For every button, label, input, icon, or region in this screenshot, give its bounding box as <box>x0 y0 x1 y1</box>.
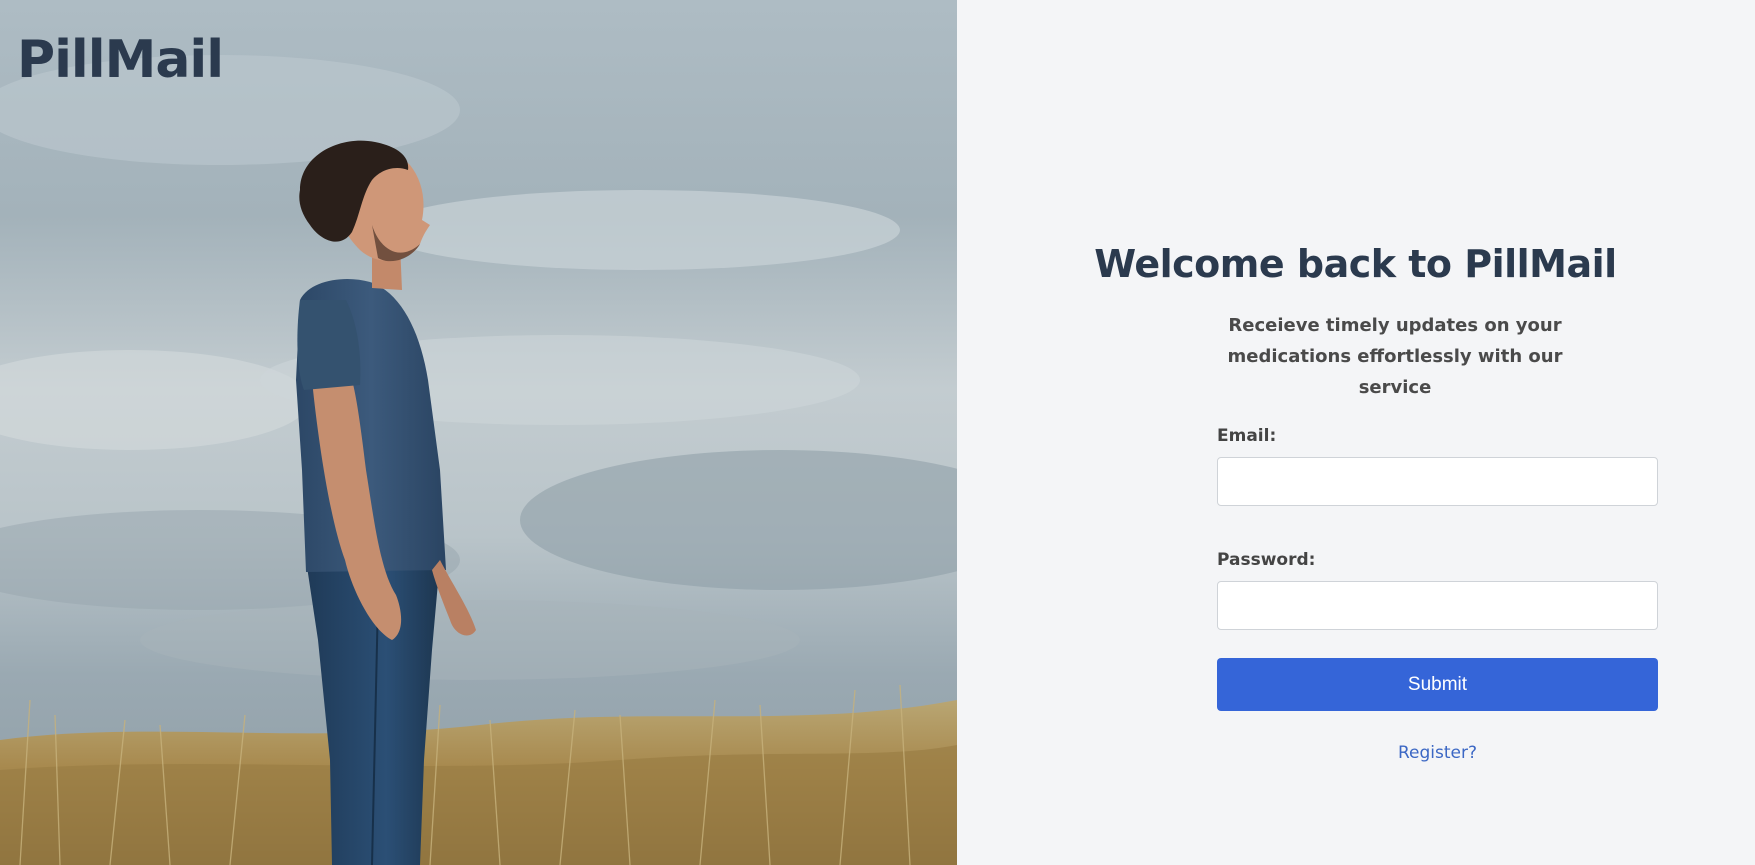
email-field[interactable] <box>1217 457 1658 506</box>
brand-logo: PillMail <box>17 30 224 90</box>
page-title: Welcome back to PillMail <box>1094 242 1617 286</box>
email-label: Email: <box>1217 426 1277 446</box>
login-panel: Welcome back to PillMail Receieve timely… <box>957 0 1755 865</box>
login-page: PillMail Welcome back to PillMail Receie… <box>0 0 1755 865</box>
password-field[interactable] <box>1217 581 1658 630</box>
register-link[interactable]: Register? <box>1217 743 1658 763</box>
page-subtitle: Receieve timely updates on your medicati… <box>1227 315 1563 398</box>
hero-photo <box>0 0 957 865</box>
password-group: Password: <box>1217 550 1658 630</box>
submit-button[interactable]: Submit <box>1217 658 1658 711</box>
login-form: Email: Password: Submit Register? <box>1217 426 1658 763</box>
email-group: Email: <box>1217 426 1658 506</box>
password-label: Password: <box>1217 550 1316 570</box>
hero-panel: PillMail <box>0 0 957 865</box>
